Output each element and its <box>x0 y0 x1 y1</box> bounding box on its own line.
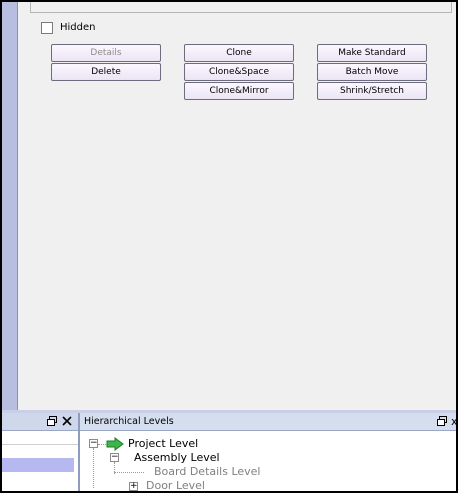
clone-button[interactable]: Clone <box>184 44 294 62</box>
collapse-toggle[interactable]: − <box>110 453 119 462</box>
clone-mirror-button[interactable]: Clone&Mirror <box>184 82 294 100</box>
restore-window-icon[interactable] <box>47 416 57 430</box>
restore-window-icon[interactable] <box>437 416 447 430</box>
tree-item-board-details-level[interactable]: Board Details Level <box>154 465 261 478</box>
make-standard-button[interactable]: Make Standard <box>317 44 427 62</box>
close-icon[interactable]: x <box>451 416 458 428</box>
list-divider <box>2 444 78 445</box>
tree-line <box>98 444 106 445</box>
expand-toggle[interactable]: + <box>129 482 138 491</box>
left-frame <box>2 2 18 410</box>
tree-item-assembly-level[interactable]: Assembly Level <box>134 451 220 464</box>
collapse-toggle[interactable]: − <box>89 439 98 448</box>
pane-title: Hierarchical Levels <box>84 416 174 427</box>
tree-line <box>114 472 144 473</box>
tree-item-project-level[interactable]: Project Level <box>128 437 198 450</box>
tree-line <box>93 448 94 488</box>
hidden-checkbox[interactable] <box>41 22 53 34</box>
clone-space-button[interactable]: Clone&Space <box>184 63 294 81</box>
hidden-checkbox-label: Hidden <box>60 22 96 33</box>
group-box <box>30 2 452 13</box>
tree-item-door-level[interactable]: Door Level <box>146 479 205 492</box>
selected-list-item[interactable] <box>2 458 74 472</box>
shrink-stretch-button[interactable]: Shrink/Stretch <box>317 82 427 100</box>
delete-button[interactable]: Delete <box>51 63 161 81</box>
details-button[interactable]: Details <box>51 44 161 62</box>
batch-move-button[interactable]: Batch Move <box>317 63 427 81</box>
close-icon[interactable] <box>62 416 72 430</box>
